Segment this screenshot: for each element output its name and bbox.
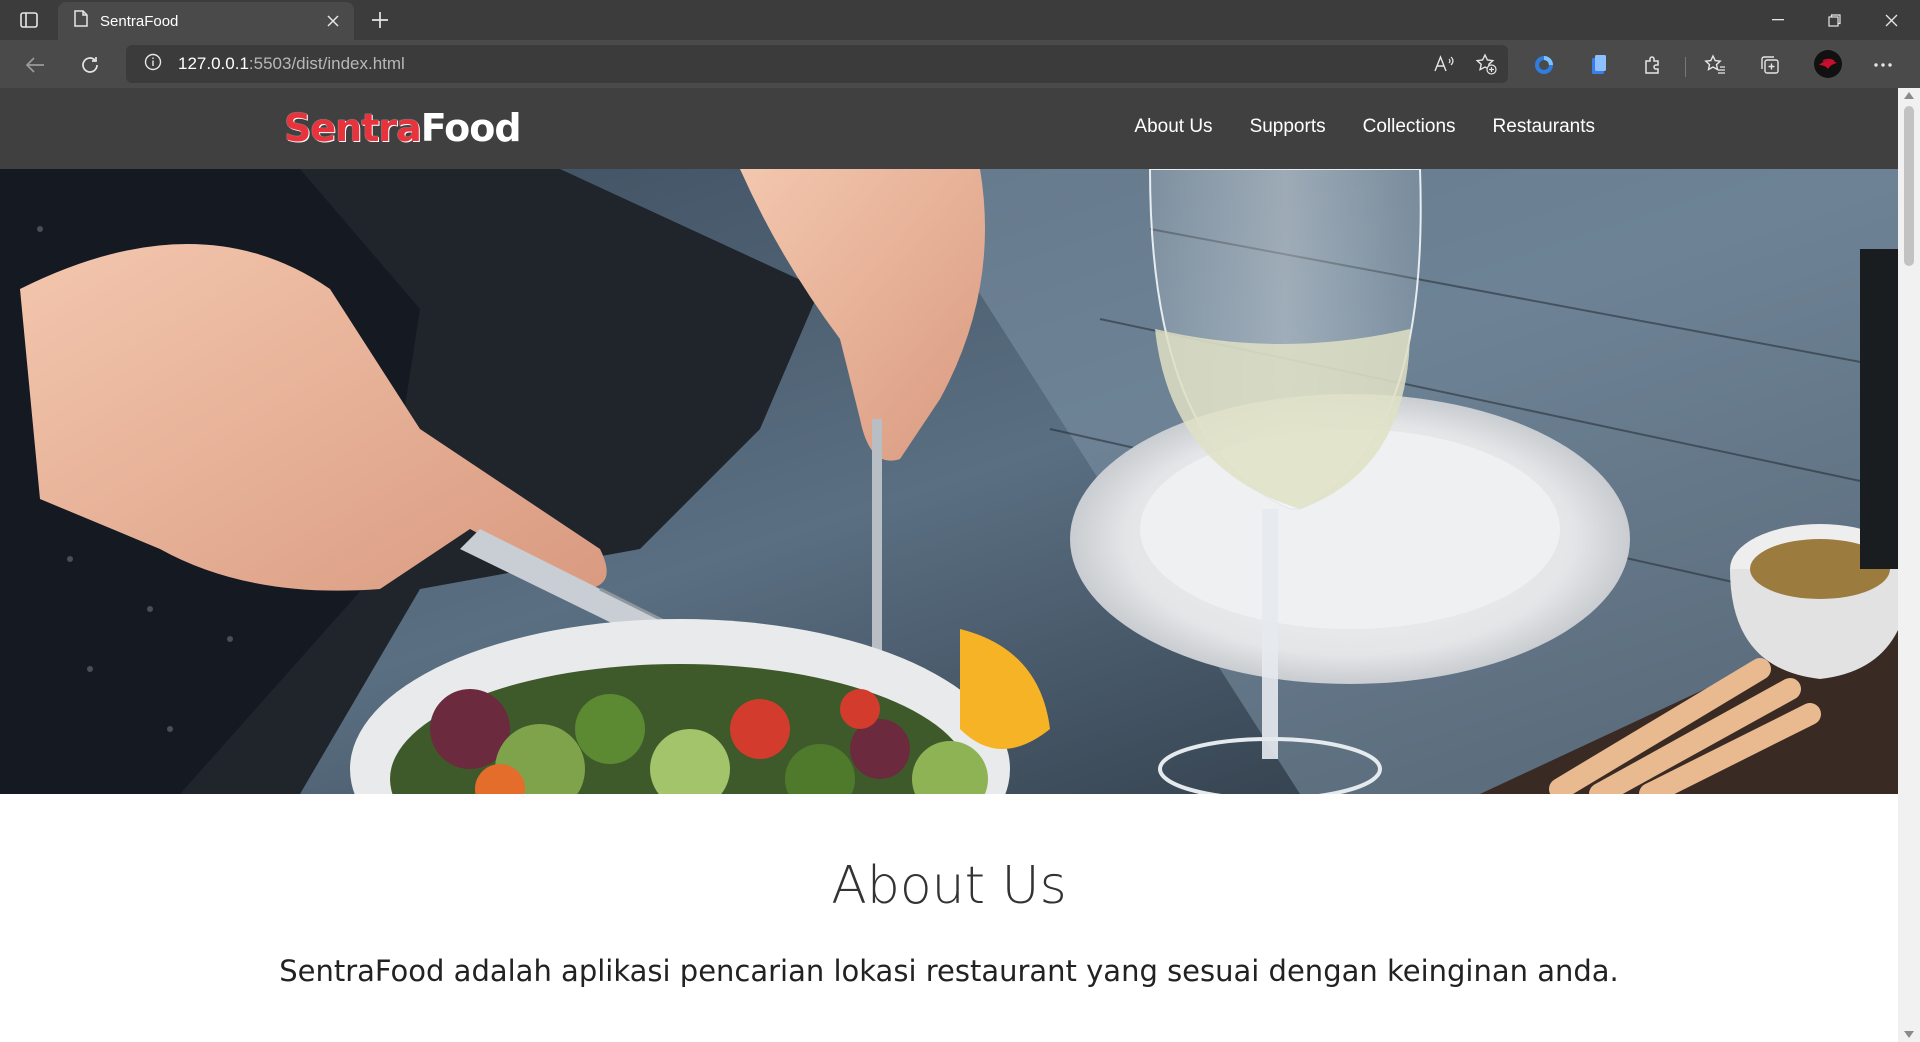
site-header: SentraFood About Us Supports Collections… [0,88,1898,169]
more-options-icon[interactable] [1870,52,1896,78]
extensions-icon[interactable] [1640,52,1666,78]
about-section: About Us SentraFood adalah aplikasi penc… [0,794,1898,1042]
collections-extension-icon[interactable] [1586,52,1612,78]
page-icon [74,10,88,32]
minimize-icon[interactable] [1749,0,1806,40]
hero-image [0,169,1898,794]
nav-collections[interactable]: Collections [1363,114,1456,140]
add-favorite-icon[interactable] [1474,52,1498,76]
read-aloud-icon[interactable] [1432,52,1456,76]
browser-tab-bar: SentraFood [0,0,1920,40]
page-scrollbar[interactable] [1898,88,1920,1042]
browser-essentials-icon[interactable] [1531,52,1557,78]
scroll-down-arrow-icon[interactable] [1904,1031,1914,1038]
logo-food: Food [420,106,522,150]
site-logo[interactable]: SentraFood [284,106,522,150]
about-title: About Us [831,856,1067,916]
new-tab-button[interactable] [368,9,392,31]
about-description: SentraFood adalah aplikasi pencarian lok… [279,954,1619,988]
restore-icon[interactable] [1806,0,1863,40]
nav-restaurants[interactable]: Restaurants [1493,114,1595,140]
main-nav: About Us Supports Collections Restaurant… [1134,114,1595,140]
page-viewport: SentraFood About Us Supports Collections… [0,88,1920,1042]
browser-toolbar: 127.0.0.1:5503/dist/index.html [0,40,1920,88]
browser-tab[interactable]: SentraFood [58,2,354,40]
favorites-icon[interactable] [1702,52,1728,78]
profile-avatar[interactable] [1813,49,1843,79]
refresh-icon[interactable] [77,52,103,78]
close-tab-icon[interactable] [324,12,342,30]
url-host: 127.0.0.1 [178,54,249,73]
scroll-up-arrow-icon[interactable] [1904,92,1914,99]
tab-actions-icon[interactable] [18,9,40,31]
nav-about-us[interactable]: About Us [1134,114,1212,140]
tab-title: SentraFood [100,12,179,30]
back-icon[interactable] [22,52,48,78]
collections-icon[interactable] [1757,52,1783,78]
logo-sentra: Sentra [284,106,422,150]
url-path: :5503/dist/index.html [248,54,405,73]
nav-supports[interactable]: Supports [1250,114,1326,140]
address-bar[interactable]: 127.0.0.1:5503/dist/index.html [126,45,1508,83]
site-info-icon[interactable] [144,53,162,76]
close-window-icon[interactable] [1863,0,1920,40]
url-text: 127.0.0.1:5503/dist/index.html [178,54,405,74]
scroll-thumb[interactable] [1904,106,1914,266]
